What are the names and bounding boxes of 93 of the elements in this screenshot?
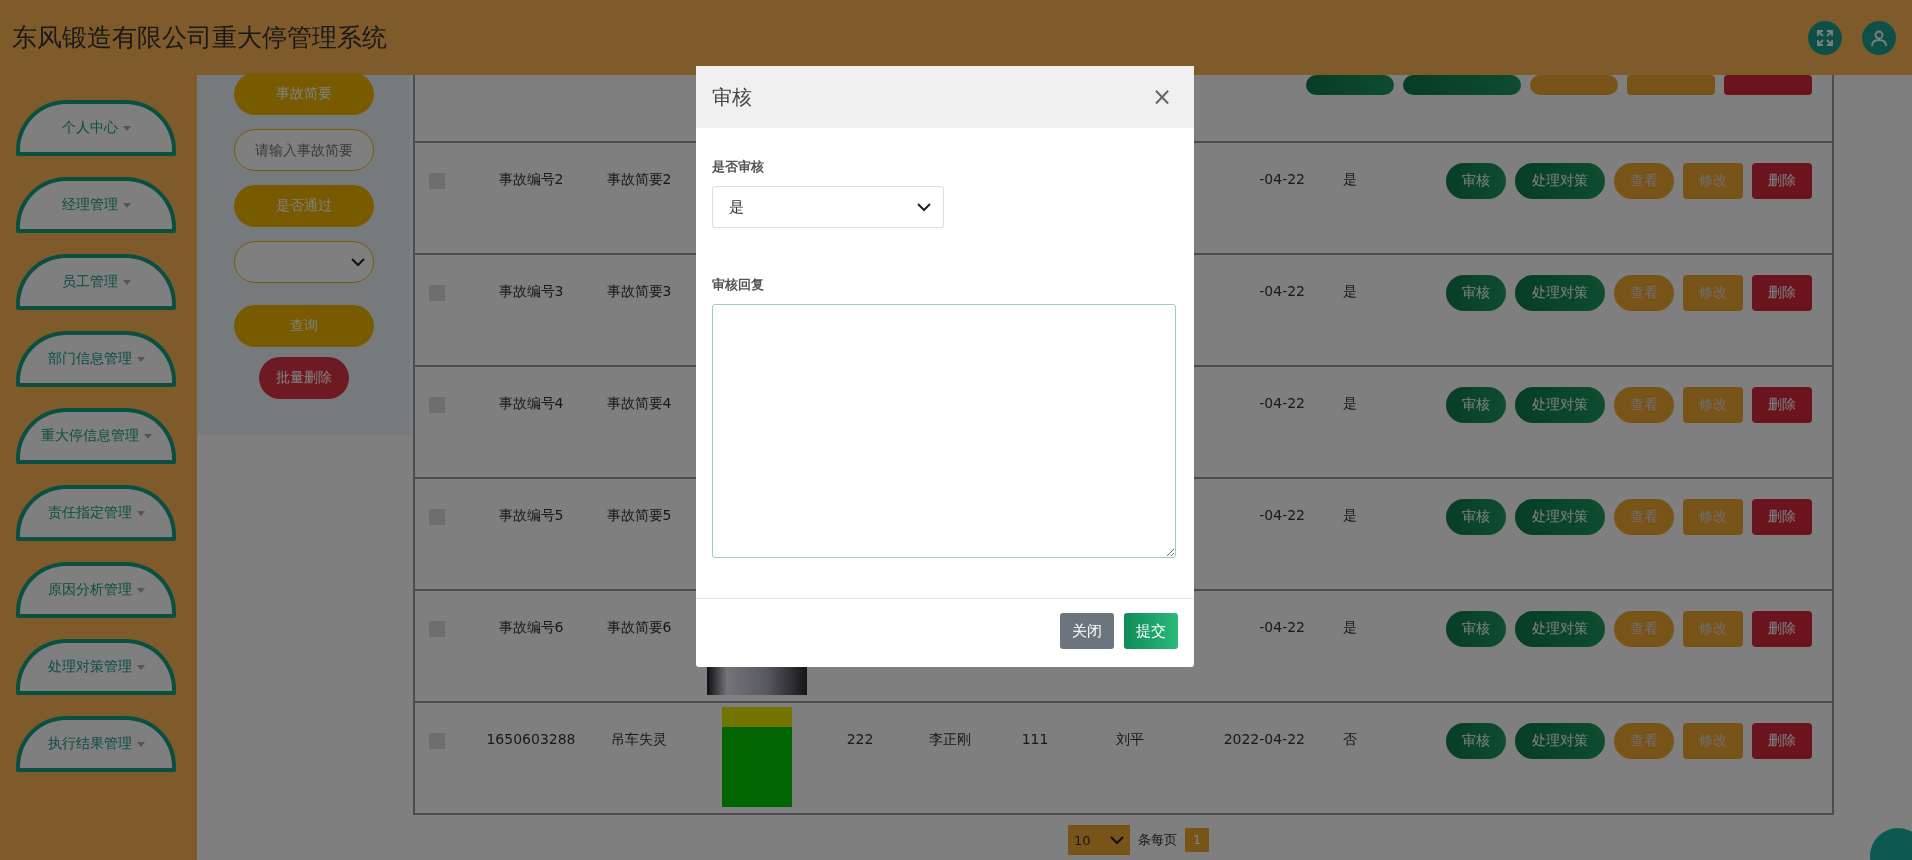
edit-button[interactable]: 修改 — [1683, 387, 1743, 423]
table-cell-text: 是 — [1342, 282, 1358, 301]
delete-button[interactable]: 删除 — [1752, 275, 1812, 311]
reply-textarea[interactable] — [712, 304, 1176, 558]
measure-button[interactable]: 处理对策 — [1515, 723, 1605, 759]
measure-button[interactable]: 处理对策 — [1515, 387, 1605, 423]
table-cell-text: 事故编号4 — [497, 394, 565, 413]
edit-button[interactable]: 修改 — [1683, 163, 1743, 199]
review-button[interactable]: 审核 — [1446, 387, 1506, 423]
passed-select[interactable] — [233, 241, 374, 283]
sidebar-item[interactable]: 经理管理 — [16, 177, 176, 233]
view-button[interactable]: 查看 — [1614, 163, 1674, 199]
query-button[interactable]: 查询 — [233, 305, 374, 347]
table-cell-text: 222 — [845, 730, 875, 747]
delete-button[interactable]: 删除 — [1752, 723, 1812, 759]
review-button[interactable]: 审核 — [1446, 723, 1506, 759]
sidebar-item[interactable]: 责任指定管理 — [16, 485, 176, 541]
measure-button[interactable]: 处理对策 — [1515, 275, 1605, 311]
table-cell-text: 刘平 — [1115, 730, 1145, 749]
table-cell-text: 事故简要2 — [605, 170, 673, 189]
page-button[interactable]: 1 — [1185, 828, 1209, 852]
delete-button[interactable]: 删除 — [1752, 163, 1812, 199]
table-cell-text: 事故简要5 — [605, 506, 673, 525]
cut-off-button[interactable] — [1306, 75, 1394, 95]
delete-button[interactable]: 删除 — [1752, 611, 1812, 647]
edit-button[interactable]: 修改 — [1683, 499, 1743, 535]
sidebar-item[interactable]: 员工管理 — [16, 254, 176, 310]
table-cell-text: 事故简要3 — [605, 282, 673, 301]
sidebar-item[interactable]: 部门信息管理 — [16, 331, 176, 387]
chevron-down-icon — [1110, 835, 1124, 845]
table-cell-text: 事故编号6 — [497, 618, 565, 637]
sidebar-item[interactable]: 原因分析管理 — [16, 562, 176, 618]
review-select[interactable]: 是 — [712, 186, 944, 228]
cut-off-button[interactable] — [1530, 75, 1618, 95]
review-button[interactable]: 审核 — [1446, 275, 1506, 311]
dialog-title: 审核 — [712, 83, 752, 111]
table-cell-text: -04-22 — [1258, 394, 1305, 411]
review-button[interactable]: 审核 — [1446, 611, 1506, 647]
table-cell-text: -04-22 — [1258, 506, 1305, 523]
measure-button[interactable]: 处理对策 — [1515, 611, 1605, 647]
review-button[interactable]: 审核 — [1446, 499, 1506, 535]
close-button[interactable]: × — [1145, 82, 1178, 112]
delete-button[interactable]: 删除 — [1752, 387, 1812, 423]
view-button[interactable]: 查看 — [1614, 723, 1674, 759]
view-button[interactable]: 查看 — [1614, 499, 1674, 535]
sidebar-item[interactable]: 个人中心 — [16, 100, 176, 156]
table-cell-text: 是 — [1342, 506, 1358, 525]
view-button[interactable]: 查看 — [1614, 611, 1674, 647]
submit-button[interactable]: 提交 — [1124, 613, 1178, 649]
cut-off-button[interactable] — [1403, 75, 1521, 95]
user-icon[interactable] — [1862, 20, 1896, 55]
edit-button[interactable]: 修改 — [1683, 611, 1743, 647]
table-cell-text: 1650603288 — [485, 730, 577, 747]
table-cell-text: 李正刚 — [928, 730, 972, 749]
chevron-down-icon — [350, 257, 365, 267]
chevron-down-icon — [917, 202, 931, 212]
measure-button[interactable]: 处理对策 — [1515, 163, 1605, 199]
table-cell-text: 2022-04-22 — [1222, 730, 1305, 747]
field-label: 审核回复 — [712, 276, 765, 294]
review-button[interactable]: 审核 — [1446, 163, 1506, 199]
table-cell-text: 111 — [1020, 730, 1050, 747]
table-cell-text: 吊车失灵 — [610, 730, 668, 749]
sidebar-item[interactable]: 执行结果管理 — [16, 716, 176, 772]
edit-button[interactable]: 修改 — [1683, 275, 1743, 311]
view-button[interactable]: 查看 — [1614, 275, 1674, 311]
sidebar-item[interactable]: 处理对策管理 — [16, 639, 176, 695]
table-cell-text: 事故编号5 — [497, 506, 565, 525]
fullscreen-icon[interactable] — [1808, 20, 1842, 55]
table-cell-text: 是 — [1342, 618, 1358, 637]
per-page-label: 条每页 — [1138, 831, 1177, 849]
edit-button[interactable]: 修改 — [1683, 723, 1743, 759]
page-size-select[interactable]: 10 — [1068, 825, 1130, 855]
summary-input[interactable]: 请输入事故简要 — [233, 129, 374, 171]
close-dialog-button[interactable]: 关闭 — [1060, 613, 1114, 649]
table-cell-text: 是 — [1342, 394, 1358, 413]
sidebar-item[interactable]: 重大停信息管理 — [16, 408, 176, 464]
summary-label: 事故简要 — [233, 73, 374, 115]
view-button[interactable]: 查看 — [1614, 387, 1674, 423]
table-cell-text: -04-22 — [1258, 618, 1305, 635]
table-cell-text: 事故编号3 — [497, 282, 565, 301]
table-cell-text: 事故编号2 — [497, 170, 565, 189]
table-cell-text: 事故简要6 — [605, 618, 673, 637]
passed-label: 是否通过 — [233, 185, 374, 227]
table-cell-text: -04-22 — [1258, 170, 1305, 187]
table-cell-text: 否 — [1342, 730, 1358, 749]
delete-button[interactable]: 删除 — [1752, 499, 1812, 535]
field-label: 是否审核 — [712, 158, 765, 176]
measure-button[interactable]: 处理对策 — [1515, 499, 1605, 535]
table-cell-text: -04-22 — [1258, 282, 1305, 299]
app-title: 东风锻造有限公司重大停管理系统 — [12, 22, 387, 54]
table-cell-text: 事故简要4 — [605, 394, 673, 413]
batch-delete-button[interactable]: 批量删除 — [258, 357, 349, 399]
table-cell-text: 是 — [1342, 170, 1358, 189]
